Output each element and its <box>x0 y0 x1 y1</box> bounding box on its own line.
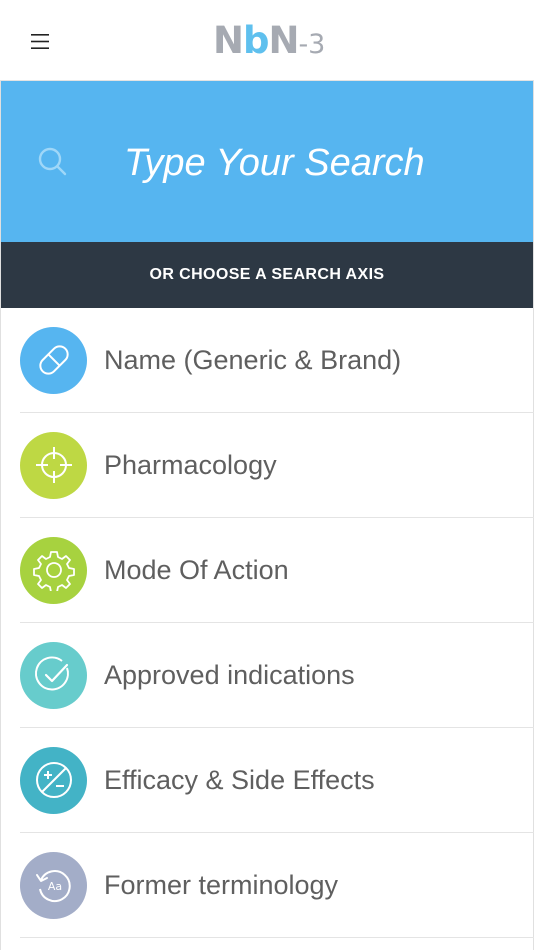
axis-item-former-terminology[interactable]: Aa Former terminology <box>20 833 534 938</box>
axis-item-label: Name (Generic & Brand) <box>104 344 402 375</box>
axis-item-label: Mode Of Action <box>104 554 289 585</box>
pill-icon <box>38 345 69 375</box>
axis-item-mode-of-action[interactable]: Mode Of Action <box>20 518 534 623</box>
axis-item-pharmacology[interactable]: Pharmacology <box>20 413 534 518</box>
axis-item-label: Approved indications <box>104 659 355 690</box>
logo-letter-n2: N <box>268 19 299 62</box>
axis-item-approved-indications[interactable]: Approved indications <box>20 623 534 728</box>
axis-item-efficacy-side-effects[interactable]: Efficacy & Side Effects <box>20 728 534 833</box>
menu-button[interactable] <box>22 24 58 58</box>
search-icon[interactable] <box>35 144 69 178</box>
axis-icon-circle <box>20 431 87 499</box>
logo-letter-n1: N <box>213 19 244 62</box>
history-text-icon: Aa <box>35 870 71 903</box>
app-header: NbN-3 <box>0 0 534 81</box>
axis-icon-circle <box>20 326 87 394</box>
check-circle-icon <box>34 656 69 691</box>
axis-item-name[interactable]: Name (Generic & Brand) <box>20 308 534 413</box>
crosshair-icon <box>35 447 72 483</box>
search-axis-list: Name (Generic & Brand) Pharmacology Mode… <box>0 308 534 938</box>
axis-icon-circle <box>20 536 87 604</box>
axis-item-label: Pharmacology <box>104 449 277 480</box>
svg-text:Aa: Aa <box>47 880 61 893</box>
plus-minus-icon <box>35 762 72 798</box>
axis-item-label: Efficacy & Side Effects <box>104 764 375 795</box>
logo-suffix: -3 <box>298 29 326 60</box>
app-logo: NbN-3 <box>213 20 325 62</box>
logo-letter-b: b <box>242 19 269 62</box>
axis-icon-circle: Aa <box>20 851 87 919</box>
search-axis-header-label: OR CHOOSE A SEARCH AXIS <box>149 266 385 283</box>
hamburger-icon <box>31 33 49 49</box>
axis-icon-circle <box>20 641 87 709</box>
search-input[interactable] <box>124 136 504 190</box>
gear-icon <box>32 551 75 591</box>
search-axis-header: OR CHOOSE A SEARCH AXIS <box>0 242 534 308</box>
axis-item-label: Former terminology <box>104 869 339 900</box>
axis-icon-circle <box>20 746 87 814</box>
